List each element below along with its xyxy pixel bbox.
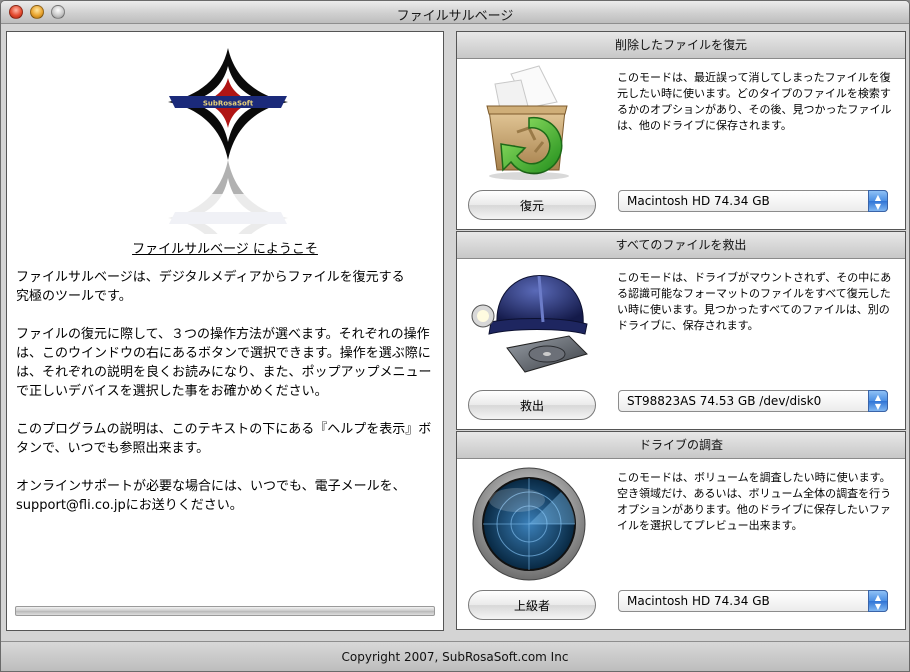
footer-bar: Copyright 2007, SubRosaSoft.com Inc [1,641,909,671]
welcome-text: ファイルサルベージは、デジタルメディアからファイルを復元する 究極のツールです。… [16,268,436,534]
advanced-button[interactable]: 上級者 [468,590,596,620]
welcome-title: ファイルサルベージ にようこそ [132,242,318,257]
restore-button[interactable]: 復元 [468,190,596,220]
title-bar[interactable]: ファイルサルベージ [1,1,909,24]
popup-selected-value: Macintosh HD 74.34 GB [627,594,770,608]
restore-section-header: 削除したファイルを復元 [457,32,905,59]
progress-bar [15,606,435,616]
rescue-section-header: すべてのファイルを救出 [457,232,905,259]
subrosasoft-logo-icon: SubRosaSoft [163,48,293,234]
welcome-panel: SubRosaSoft ファイルサルベージ にようこそ ファイルサルベージは、デ… [6,31,444,631]
rescue-volume-popup[interactable]: ST98823AS 74.53 GB /dev/disk0 ▲ ▼ [618,390,888,412]
investigate-volume-popup[interactable]: Macintosh HD 74.34 GB ▲ ▼ [618,590,888,612]
updown-arrows-icon: ▲ ▼ [868,590,888,612]
recycle-box-icon [486,65,569,180]
svg-text:SubRosaSoft: SubRosaSoft [203,100,254,108]
window-title: ファイルサルベージ [396,9,514,24]
rescue-button[interactable]: 救出 [468,390,596,420]
rescue-description: このモードは、ドライブがマウントされず、その中にある認識可能なフォーマットのファ… [617,271,892,332]
welcome-paragraph: オンラインサポートが必要な場合には、いつでも、電子メールを、 support@f… [16,479,406,513]
welcome-paragraph: このプログラムの説明は、このテキストの下にある『ヘルプを表示』ボ タンで、いつで… [16,422,432,456]
welcome-paragraph: ファイルの復元に際して、３つの操作方法が選べます。それぞれの操作 は、このウイン… [16,327,432,399]
welcome-paragraph: ファイルサルベージは、デジタルメディアからファイルを復元する 究極のツールです。 [16,270,405,304]
investigate-description: このモードは、ボリュームを調査したい時に使います。空き領域だけ、あるいは、ボリュ… [617,471,892,532]
rescue-section: すべてのファイルを救出 このモードは、ドライブがマウントされず、その中にある認識… [456,231,906,430]
radar-icon [472,467,586,581]
copyright-text: Copyright 2007, SubRosaSoft.com Inc [341,650,569,664]
popup-selected-value: Macintosh HD 74.34 GB [627,194,770,208]
popup-selected-value: ST98823AS 74.53 GB /dev/disk0 [627,394,822,408]
investigate-section: ドライブの調査 このモードは、ボリュームを調査したい時に使います。空き領域だけ、… [456,431,906,630]
helmet-disk-icon [471,274,588,373]
restore-section: 削除したファイルを復元 このモードは、最近誤って消してしまったファイルを復元した… [456,31,906,230]
app-window: ファイルサルベージ SubRosaSoft ファイルサルベージ にようこそ ファ… [0,0,910,672]
restore-description: このモードは、最近誤って消してしまったファイルを復元したい時に使います。どのタイ… [617,71,892,132]
investigate-section-header: ドライブの調査 [457,432,905,459]
updown-arrows-icon: ▲ ▼ [868,190,888,212]
updown-arrows-icon: ▲ ▼ [868,390,888,412]
restore-volume-popup[interactable]: Macintosh HD 74.34 GB ▲ ▼ [618,190,888,212]
